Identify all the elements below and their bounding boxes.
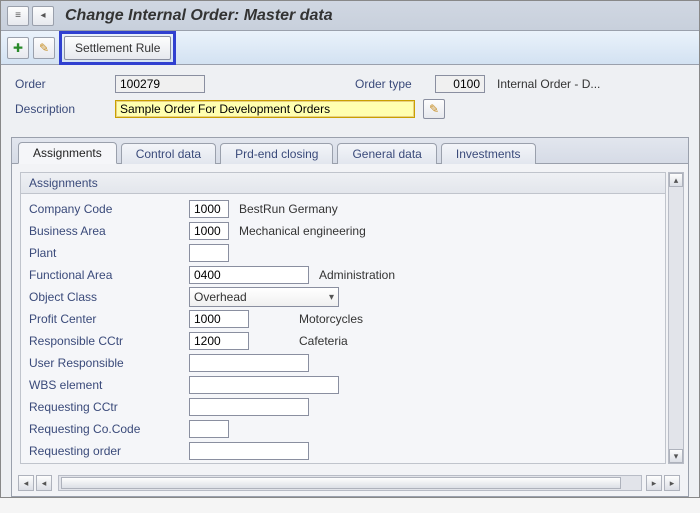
tab-investments[interactable]: Investments [441,143,536,164]
app-toolbar: ✚ ✎ Settlement Rule [1,31,699,65]
tab-row: Assignments Control data Prd-end closing… [12,138,688,164]
functional-area-row: Functional Area Administration [29,264,657,286]
settlement-rule-button[interactable]: Settlement Rule [64,36,171,60]
requesting-order-label: Requesting order [29,444,189,458]
order-type-text: Internal Order - D... [497,77,617,91]
arrow-left-icon: ◂ [24,478,29,489]
vertical-scrollbar[interactable]: ▴ ▾ [668,172,684,464]
responsible-cctr-input[interactable] [189,332,249,350]
settlement-rule-highlight: Settlement Rule [59,31,176,65]
requesting-cctr-input[interactable] [189,398,309,416]
tab-assignments[interactable]: Assignments [18,142,117,164]
profit-center-input[interactable] [189,310,249,328]
pencil-icon: ✎ [429,102,439,116]
functional-area-text: Administration [319,268,395,282]
order-label: Order [15,77,115,91]
description-edit-button[interactable]: ✎ [423,99,445,119]
business-area-text: Mechanical engineering [239,224,366,238]
arrow-right-icon: ▸ [652,478,657,489]
responsible-cctr-text: Cafeteria [299,334,348,348]
arrow-down-icon: ▾ [674,451,679,462]
tab-prd-end-closing[interactable]: Prd-end closing [220,143,333,164]
hscroll-thumb[interactable] [61,477,621,489]
company-code-input[interactable] [189,200,229,218]
hscroll-prev-button[interactable]: ◂ [36,475,52,491]
hscroll-track[interactable] [58,475,642,491]
responsible-cctr-label: Responsible CCtr [29,334,189,348]
horizontal-scrollbar: ◂ ◂ ▸ ▸ [18,474,682,492]
arrow-right-icon: ▸ [670,478,675,489]
wbs-element-row: WBS element [29,374,657,396]
hscroll-last-button[interactable]: ▸ [664,475,680,491]
user-responsible-input[interactable] [189,354,309,372]
assignments-panel: Assignments Company Code BestRun Germany… [20,172,666,464]
back-button[interactable]: ◂ [32,6,54,26]
wbs-element-input[interactable] [189,376,339,394]
requesting-order-row: Requesting order [29,440,657,462]
tab-container: Assignments Control data Prd-end closing… [11,137,689,497]
arrow-left-icon: ◂ [42,478,47,489]
tab-control-data[interactable]: Control data [121,143,216,164]
requesting-cctr-row: Requesting CCtr [29,396,657,418]
object-class-label: Object Class [29,290,189,304]
functional-area-input[interactable] [189,266,309,284]
responsible-cctr-row: Responsible CCtr Cafeteria [29,330,657,352]
chevron-down-icon: ▾ [329,292,334,303]
requesting-cocode-input[interactable] [189,420,229,438]
description-row: Description ✎ [15,99,685,119]
requesting-cocode-label: Requesting Co.Code [29,422,189,436]
requesting-cctr-label: Requesting CCtr [29,400,189,414]
business-area-label: Business Area [29,224,189,238]
hscroll-next-button[interactable]: ▸ [646,475,662,491]
object-class-dropdown[interactable]: Overhead ▾ [189,287,339,307]
order-row: Order Order type Internal Order - D... [15,75,685,93]
tab-content-wrap: Assignments Company Code BestRun Germany… [12,164,688,464]
description-label: Description [15,102,115,116]
order-type-input[interactable] [435,75,485,93]
plus-icon: ✚ [13,41,23,55]
plant-label: Plant [29,246,189,260]
menu-button[interactable]: ≡ [7,6,29,26]
business-area-row: Business Area Mechanical engineering [29,220,657,242]
functional-area-label: Functional Area [29,268,189,282]
plant-row: Plant [29,242,657,264]
edit-button[interactable]: ✎ [33,37,55,59]
sap-screen: ≡ ◂ Change Internal Order: Master data ✚… [0,0,700,498]
profit-center-label: Profit Center [29,312,189,326]
scroll-up-button[interactable]: ▴ [669,173,683,187]
back-icon: ◂ [40,10,45,21]
company-code-text: BestRun Germany [239,202,338,216]
company-code-label: Company Code [29,202,189,216]
hscroll-first-button[interactable]: ◂ [18,475,34,491]
profit-center-row: Profit Center Motorcycles [29,308,657,330]
business-area-input[interactable] [189,222,229,240]
title-bar: ≡ ◂ Change Internal Order: Master data [1,1,699,31]
requesting-order-input[interactable] [189,442,309,460]
company-code-row: Company Code BestRun Germany [29,198,657,220]
page-title: Change Internal Order: Master data [65,7,333,25]
description-input[interactable] [115,100,415,118]
assignments-panel-body: Company Code BestRun Germany Business Ar… [21,194,665,464]
user-responsible-row: User Responsible [29,352,657,374]
wbs-element-label: WBS element [29,378,189,392]
object-class-row: Object Class Overhead ▾ [29,286,657,308]
requesting-cocode-row: Requesting Co.Code [29,418,657,440]
tab-general-data[interactable]: General data [337,143,436,164]
order-input[interactable] [115,75,205,93]
header-area: Order Order type Internal Order - D... D… [1,65,699,131]
object-class-value: Overhead [194,290,247,304]
menu-icon: ≡ [15,10,21,21]
user-responsible-label: User Responsible [29,356,189,370]
pencil-icon: ✎ [39,41,49,55]
plant-input[interactable] [189,244,229,262]
create-button[interactable]: ✚ [7,37,29,59]
arrow-up-icon: ▴ [674,175,679,186]
order-type-label: Order type [355,77,435,91]
scroll-down-button[interactable]: ▾ [669,449,683,463]
assignments-panel-title: Assignments [21,173,665,194]
scroll-thumb[interactable] [670,187,682,449]
profit-center-text: Motorcycles [299,312,363,326]
